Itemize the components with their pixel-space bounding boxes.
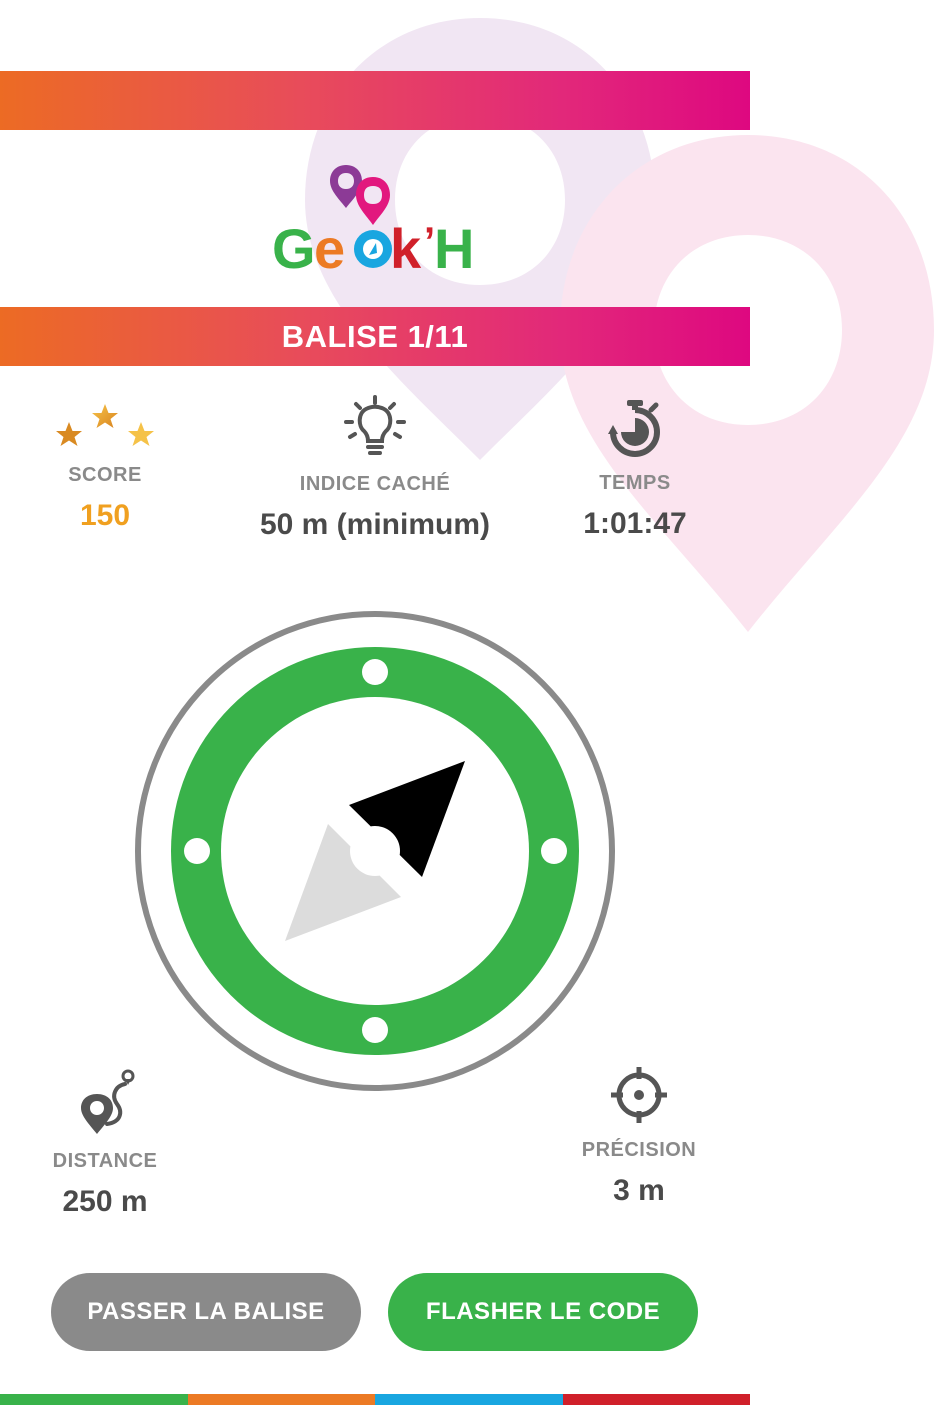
hint-value: 50 m (minimum) xyxy=(259,508,491,541)
top-gradient-band xyxy=(0,71,750,130)
time-label: TEMPS xyxy=(599,472,671,494)
bottom-bar-segment-green xyxy=(0,1394,188,1405)
precision-label: PRÉCISION xyxy=(581,1139,697,1161)
route-icon xyxy=(81,1069,135,1134)
bottom-bar-segment-blue xyxy=(375,1394,563,1405)
bottom-color-bar xyxy=(0,1394,750,1405)
skip-balise-button[interactable]: PASSER LA BALISE xyxy=(51,1273,361,1351)
svg-text:H: H xyxy=(434,217,474,275)
svg-text:G: G xyxy=(272,217,316,275)
bottom-bar-segment-red xyxy=(562,1394,750,1405)
balise-header-band: BALISE 1/11 xyxy=(0,307,750,366)
bottom-bar-segment-orange xyxy=(187,1394,375,1405)
balise-title: BALISE 1/11 xyxy=(281,318,469,354)
stars-icon xyxy=(56,404,154,446)
geokh-logo: G e k ’ H xyxy=(272,165,474,275)
score-label: SCORE xyxy=(68,464,142,486)
lightbulb-icon xyxy=(344,395,406,455)
hint-stat: INDICE CACHÉ 50 m (minimum) xyxy=(235,395,515,542)
time-stat: TEMPS 1:01:47 xyxy=(565,398,705,541)
score-value: 150 xyxy=(79,499,131,532)
svg-text:k: k xyxy=(390,217,422,275)
precision-stat: PRÉCISION 3 m xyxy=(568,1065,710,1208)
screen: G e k ’ H BALISE 1/11 SCORE 150 INDICE C… xyxy=(0,0,934,1405)
scan-code-button[interactable]: FLASHER LE CODE xyxy=(388,1273,698,1351)
distance-label: DISTANCE xyxy=(52,1150,158,1172)
precision-value: 3 m xyxy=(613,1174,665,1207)
hint-label: INDICE CACHÉ xyxy=(299,473,451,495)
crosshair-icon xyxy=(611,1067,667,1123)
compass-icon xyxy=(135,611,615,1091)
score-stat: SCORE 150 xyxy=(40,400,170,533)
time-value: 1:01:47 xyxy=(583,507,687,540)
svg-text:e: e xyxy=(314,217,345,275)
distance-value: 250 m xyxy=(62,1185,148,1218)
distance-stat: DISTANCE 250 m xyxy=(30,1066,180,1219)
stopwatch-icon xyxy=(608,400,660,457)
